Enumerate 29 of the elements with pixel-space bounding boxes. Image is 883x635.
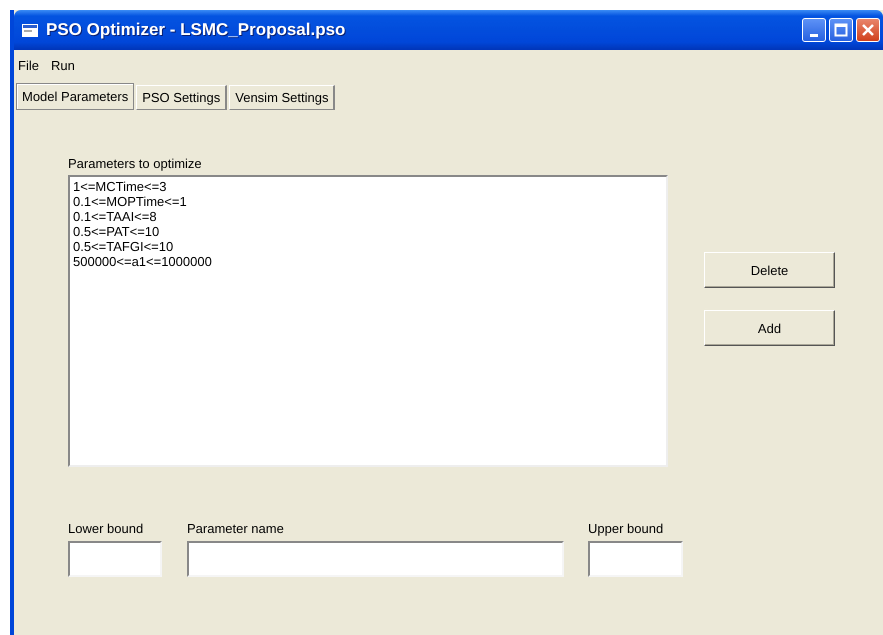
input-field[interactable] bbox=[187, 541, 564, 577]
minimize-icon bbox=[810, 34, 818, 36]
window-title: PSO Optimizer - LSMC_Proposal.pso bbox=[46, 20, 346, 40]
field-label: Upper bound bbox=[588, 521, 664, 536]
list-item[interactable]: 0.1<=MOPTime<=1 bbox=[73, 194, 663, 209]
action-button[interactable]: Add bbox=[704, 310, 835, 346]
menu-item[interactable]: File bbox=[18, 58, 39, 73]
field-label: Parameter name bbox=[187, 521, 285, 536]
menu-item[interactable]: Run bbox=[50, 58, 75, 73]
list-item[interactable]: 0.5<=TAFGI<=10 bbox=[73, 239, 663, 254]
input-field[interactable] bbox=[68, 541, 162, 577]
app-icon bbox=[22, 24, 38, 36]
input-field[interactable] bbox=[588, 541, 683, 577]
minimize-button[interactable] bbox=[802, 18, 826, 42]
maximize-button[interactable] bbox=[829, 18, 853, 42]
tab[interactable]: PSO Settings bbox=[136, 85, 228, 110]
list-item[interactable]: 0.5<=PAT<=10 bbox=[73, 224, 663, 239]
list-item[interactable]: 1<=MCTime<=3 bbox=[73, 179, 663, 194]
close-icon bbox=[861, 23, 875, 37]
list-item[interactable]: 500000<=a1<=1000000 bbox=[73, 254, 663, 269]
action-button[interactable]: Delete bbox=[704, 252, 835, 288]
field-label: Lower bound bbox=[68, 521, 144, 536]
tab[interactable]: Vensim Settings bbox=[229, 85, 336, 110]
list-label: Parameters to optimize bbox=[68, 156, 203, 171]
close-button[interactable] bbox=[856, 18, 880, 42]
parameters-list[interactable]: 1<=MCTime<=3 0.1<=MOPTime<=1 0.1<=TAAI<=8 0.5<=PAT<=10 0.5<=TAFGI<=10 500000<=a1<=1000000 bbox=[68, 175, 668, 467]
tab[interactable]: Model Parameters bbox=[16, 83, 134, 110]
maximize-icon bbox=[834, 23, 848, 37]
list-item[interactable]: 0.1<=TAAI<=8 bbox=[73, 209, 663, 224]
